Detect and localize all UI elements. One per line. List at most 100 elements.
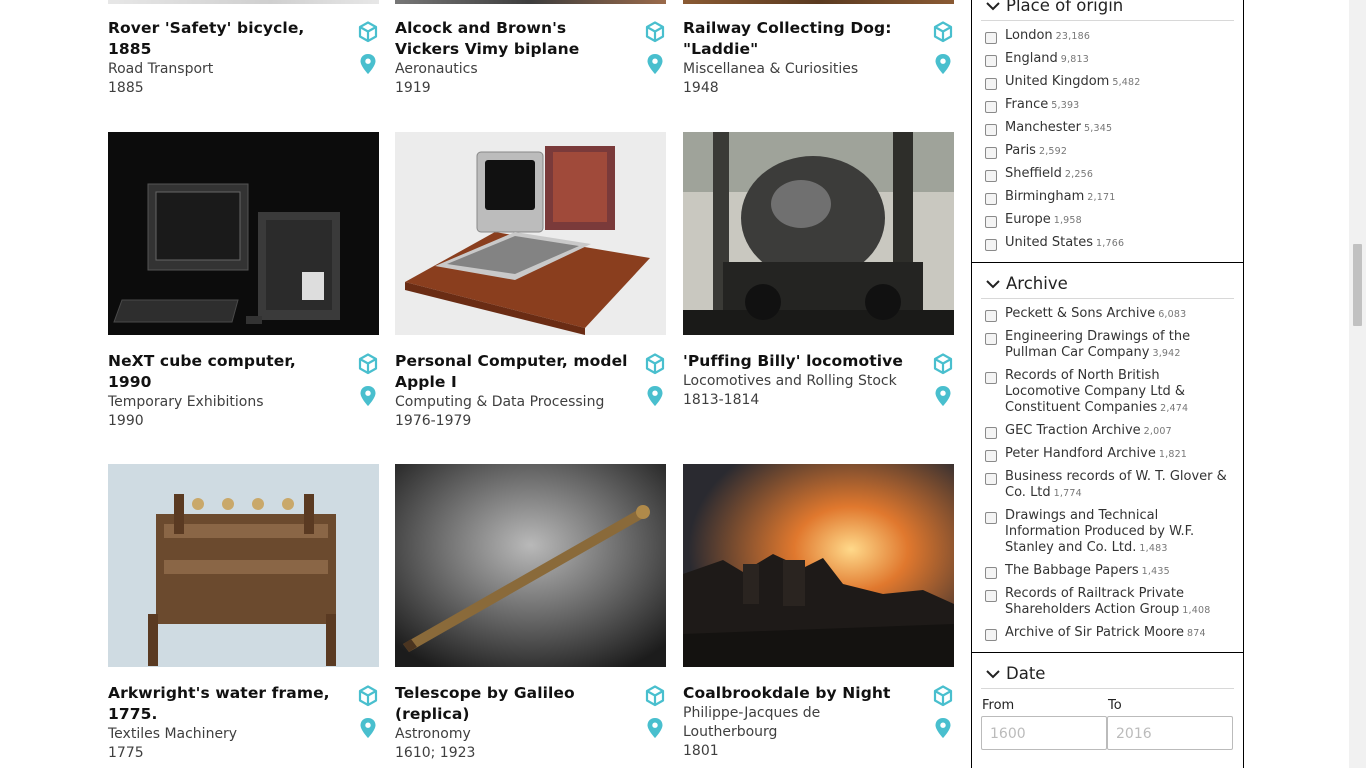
cube-icon[interactable] xyxy=(933,685,953,707)
result-date: 1948 xyxy=(683,80,719,96)
result-image[interactable] xyxy=(395,132,666,335)
cube-icon[interactable] xyxy=(645,21,665,43)
filter-option[interactable]: London 23,186 xyxy=(985,28,1234,45)
page-scrollbar[interactable] xyxy=(1349,0,1366,768)
result-image[interactable] xyxy=(108,464,379,667)
filter-checkbox[interactable] xyxy=(985,147,997,159)
result-title[interactable]: Coalbrookdale by Night xyxy=(683,683,919,704)
cube-icon[interactable] xyxy=(645,353,665,375)
map-pin-icon[interactable] xyxy=(645,53,665,75)
filter-checkbox[interactable] xyxy=(985,473,997,485)
filter-checkbox[interactable] xyxy=(985,310,997,322)
scrollbar-thumb[interactable] xyxy=(1353,244,1362,326)
result-image[interactable] xyxy=(108,132,379,335)
result-image[interactable] xyxy=(683,0,954,4)
cube-icon[interactable] xyxy=(933,21,953,43)
map-pin-icon[interactable] xyxy=(358,717,378,739)
result-card[interactable]: Telescope by Galileo (replica) Astronomy… xyxy=(395,464,666,761)
filter-option[interactable]: England 9,813 xyxy=(985,51,1234,68)
result-category: Miscellanea & Curiosities xyxy=(683,61,859,77)
filter-option[interactable]: Records of North British Locomotive Comp… xyxy=(985,368,1234,417)
map-pin-icon[interactable] xyxy=(645,385,665,407)
result-card[interactable]: Arkwright's water frame, 1775. Textiles … xyxy=(108,464,379,761)
filter-checkbox[interactable] xyxy=(985,567,997,579)
date-from-input[interactable]: 1600 xyxy=(981,716,1107,750)
filter-checkbox[interactable] xyxy=(985,101,997,113)
result-title[interactable]: Telescope by Galileo (replica) xyxy=(395,683,631,725)
filter-checkbox[interactable] xyxy=(985,78,997,90)
result-card[interactable]: NeXT cube computer, 1990 Temporary Exhib… xyxy=(108,132,379,429)
result-date: 1801 xyxy=(683,743,719,759)
filter-option-label: United Kingdom xyxy=(1005,74,1110,89)
filter-option[interactable]: Europe 1,958 xyxy=(985,212,1234,229)
filter-checkbox[interactable] xyxy=(985,590,997,602)
facet-toggle-place-of-origin[interactable]: Place of origin xyxy=(981,0,1234,21)
filter-option[interactable]: Birmingham 2,171 xyxy=(985,189,1234,206)
filter-checkbox[interactable] xyxy=(985,216,997,228)
filter-option[interactable]: GEC Traction Archive 2,007 xyxy=(985,423,1234,440)
date-to-input[interactable]: 2016 xyxy=(1107,716,1233,750)
filter-option[interactable]: Drawings and Technical Information Produ… xyxy=(985,508,1234,557)
result-image[interactable] xyxy=(683,464,954,667)
filter-option[interactable]: United States 1,766 xyxy=(985,235,1234,252)
filter-checkbox[interactable] xyxy=(985,629,997,641)
map-pin-icon[interactable] xyxy=(645,717,665,739)
cube-icon[interactable] xyxy=(358,353,378,375)
map-pin-icon[interactable] xyxy=(933,53,953,75)
map-pin-icon[interactable] xyxy=(933,717,953,739)
map-pin-icon[interactable] xyxy=(358,53,378,75)
result-title[interactable]: Rover 'Safety' bicycle, 1885 xyxy=(108,18,344,60)
filter-option[interactable]: The Babbage Papers 1,435 xyxy=(985,563,1234,580)
result-title[interactable]: NeXT cube computer, 1990 xyxy=(108,351,344,393)
filter-option-label: Paris xyxy=(1005,143,1036,158)
result-image[interactable] xyxy=(108,0,379,4)
filter-checkbox[interactable] xyxy=(985,427,997,439)
map-pin-icon[interactable] xyxy=(358,385,378,407)
filter-option[interactable]: Sheffield 2,256 xyxy=(985,166,1234,183)
filter-option[interactable]: Paris 2,592 xyxy=(985,143,1234,160)
result-title[interactable]: 'Puffing Billy' locomotive xyxy=(683,351,919,372)
filter-checkbox[interactable] xyxy=(985,372,997,384)
filter-checkbox[interactable] xyxy=(985,32,997,44)
facet-toggle-archive[interactable]: Archive xyxy=(981,269,1234,299)
cube-icon[interactable] xyxy=(933,353,953,375)
result-image[interactable] xyxy=(395,464,666,667)
filter-option[interactable]: Business records of W. T. Glover & Co. L… xyxy=(985,469,1234,502)
result-title[interactable]: Railway Collecting Dog: "Laddie" xyxy=(683,18,919,60)
result-card[interactable]: Personal Computer, model Apple I Computi… xyxy=(395,132,666,429)
filter-checkbox[interactable] xyxy=(985,450,997,462)
filter-option[interactable]: Manchester 5,345 xyxy=(985,120,1234,137)
filter-checkbox[interactable] xyxy=(985,193,997,205)
filter-checkbox[interactable] xyxy=(985,55,997,67)
result-title[interactable]: Alcock and Brown's Vickers Vimy biplane xyxy=(395,18,631,60)
result-title[interactable]: Personal Computer, model Apple I xyxy=(395,351,631,393)
result-title[interactable]: Arkwright's water frame, 1775. xyxy=(108,683,344,725)
map-pin-icon[interactable] xyxy=(933,385,953,407)
result-card[interactable]: 'Puffing Billy' locomotive Locomotives a… xyxy=(683,132,954,408)
filter-option[interactable]: United Kingdom 5,482 xyxy=(985,74,1234,91)
result-image[interactable] xyxy=(395,0,666,4)
filter-checkbox[interactable] xyxy=(985,333,997,345)
filter-option[interactable]: Engineering Drawings of the Pullman Car … xyxy=(985,329,1234,362)
result-card[interactable]: Coalbrookdale by Night Philippe-Jacques … xyxy=(683,464,954,759)
filter-option-label: France xyxy=(1005,97,1049,112)
filter-option-count: 1,408 xyxy=(1182,605,1211,616)
filter-option[interactable]: Peckett & Sons Archive 6,083 xyxy=(985,306,1234,323)
filter-option[interactable]: Peter Handford Archive 1,821 xyxy=(985,446,1234,463)
filter-option-count: 1,766 xyxy=(1096,238,1125,249)
filter-option[interactable]: Records of Railtrack Private Shareholder… xyxy=(985,586,1234,619)
result-category: Philippe-Jacques de Loutherbourg xyxy=(683,705,821,740)
filter-checkbox[interactable] xyxy=(985,170,997,182)
cube-icon[interactable] xyxy=(358,685,378,707)
filter-option-count: 5,393 xyxy=(1051,100,1080,111)
filter-option-count: 2,007 xyxy=(1143,426,1172,437)
filter-checkbox[interactable] xyxy=(985,239,997,251)
facet-toggle-date[interactable]: Date xyxy=(981,659,1234,689)
cube-icon[interactable] xyxy=(358,21,378,43)
filter-option[interactable]: Archive of Sir Patrick Moore 874 xyxy=(985,625,1234,642)
result-image[interactable] xyxy=(683,132,954,335)
filter-option[interactable]: France 5,393 xyxy=(985,97,1234,114)
filter-checkbox[interactable] xyxy=(985,124,997,136)
filter-checkbox[interactable] xyxy=(985,512,997,524)
cube-icon[interactable] xyxy=(645,685,665,707)
